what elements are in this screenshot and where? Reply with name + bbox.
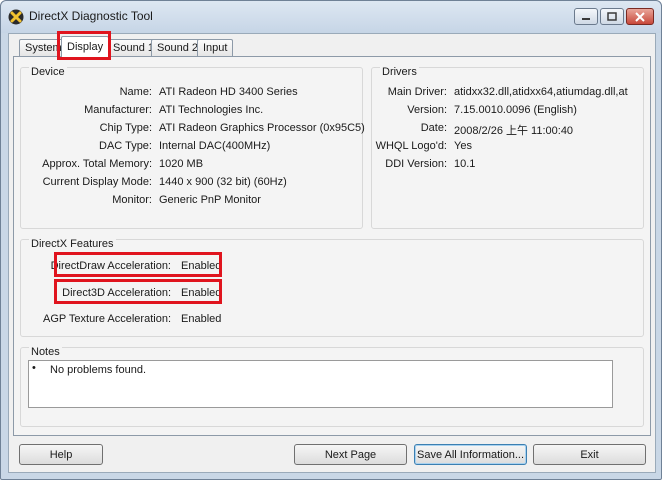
- notes-textbox[interactable]: • No problems found.: [28, 360, 613, 408]
- directx-features-group: DirectX Features DirectDraw Acceleration…: [20, 238, 644, 337]
- date-label: Date:: [420, 122, 447, 134]
- close-button[interactable]: [626, 8, 654, 25]
- display-tab-highlight: [57, 31, 111, 60]
- tab-label: Input: [203, 42, 228, 54]
- window-title: DirectX Diagnostic Tool: [29, 9, 153, 23]
- client-area: System Display Sound 1 Sound 2 Input Dev…: [8, 31, 656, 473]
- minimize-icon: [582, 17, 590, 20]
- save-all-information-button[interactable]: Save All Information...: [414, 444, 527, 465]
- display-mode-value: 1440 x 900 (32 bit) (60Hz): [159, 176, 287, 188]
- drivers-group: Drivers Main Driver: atidxx32.dll,atidxx…: [371, 66, 644, 229]
- chip-type-value: ATI Radeon Graphics Processor (0x95C5): [159, 122, 365, 134]
- directdraw-highlight: [54, 252, 222, 277]
- close-icon: [635, 11, 645, 22]
- directx-features-title: DirectX Features: [29, 238, 116, 250]
- agp-label: AGP Texture Acceleration:: [43, 313, 171, 325]
- device-group: Device Name: ATI Radeon HD 3400 Series M…: [20, 66, 365, 229]
- version-value: 7.15.0010.0096 (English): [454, 104, 577, 116]
- bullet-icon: •: [32, 362, 36, 374]
- name-label: Name:: [119, 86, 152, 98]
- tab-input[interactable]: Input: [197, 39, 234, 57]
- exit-button[interactable]: Exit: [533, 444, 646, 465]
- dxdiag-window: DirectX Diagnostic Tool System Display S…: [0, 0, 662, 480]
- display-tab-panel: Device Name: ATI Radeon HD 3400 Series M…: [13, 56, 651, 436]
- chip-type-label: Chip Type:: [99, 122, 152, 134]
- name-value: ATI Radeon HD 3400 Series: [159, 86, 298, 98]
- monitor-value: Generic PnP Monitor: [159, 194, 261, 206]
- title-bar[interactable]: DirectX Diagnostic Tool: [1, 1, 661, 33]
- ddi-version-value: 10.1: [454, 158, 476, 170]
- date-value: 2008/2/26 上午 11:00:40: [454, 125, 574, 137]
- notes-item: No problems found.: [50, 364, 146, 376]
- exit-button-label: Exit: [580, 448, 599, 461]
- maximize-button[interactable]: [600, 8, 624, 25]
- ddi-version-label: DDI Version:: [385, 158, 447, 170]
- next-page-button[interactable]: Next Page: [294, 444, 407, 465]
- tab-label: Sound 1: [113, 42, 154, 54]
- save-all-button-label: Save All Information...: [417, 448, 524, 461]
- next-page-button-label: Next Page: [324, 448, 377, 461]
- dac-type-value: Internal DAC(400MHz): [159, 140, 271, 152]
- notes-group: Notes • No problems found.: [20, 346, 644, 427]
- monitor-label: Monitor:: [112, 194, 152, 206]
- device-group-title: Device: [29, 66, 67, 78]
- maximize-icon: [607, 12, 617, 21]
- directx-icon: [8, 9, 24, 25]
- whql-value: Yes: [454, 140, 472, 152]
- dac-type-label: DAC Type:: [99, 140, 152, 152]
- whql-label: WHQL Logo'd:: [375, 140, 447, 152]
- manufacturer-value: ATI Technologies Inc.: [159, 104, 264, 116]
- notes-group-title: Notes: [29, 346, 62, 358]
- help-button[interactable]: Help: [19, 444, 103, 465]
- tab-label: Sound 2: [157, 42, 198, 54]
- help-button-label: Help: [49, 448, 73, 461]
- display-mode-label: Current Display Mode:: [42, 176, 152, 188]
- memory-value: 1020 MB: [159, 158, 204, 170]
- memory-label: Approx. Total Memory:: [42, 158, 152, 170]
- drivers-group-title: Drivers: [380, 66, 419, 78]
- version-label: Version:: [407, 104, 447, 116]
- minimize-button[interactable]: [574, 8, 598, 25]
- direct3d-highlight: [54, 279, 222, 304]
- main-driver-label: Main Driver:: [387, 86, 447, 98]
- agp-value: Enabled: [181, 313, 222, 325]
- main-driver-value: atidxx32.dll,atidxx64,atiumdag.dll,at: [454, 86, 628, 98]
- manufacturer-label: Manufacturer:: [84, 104, 152, 116]
